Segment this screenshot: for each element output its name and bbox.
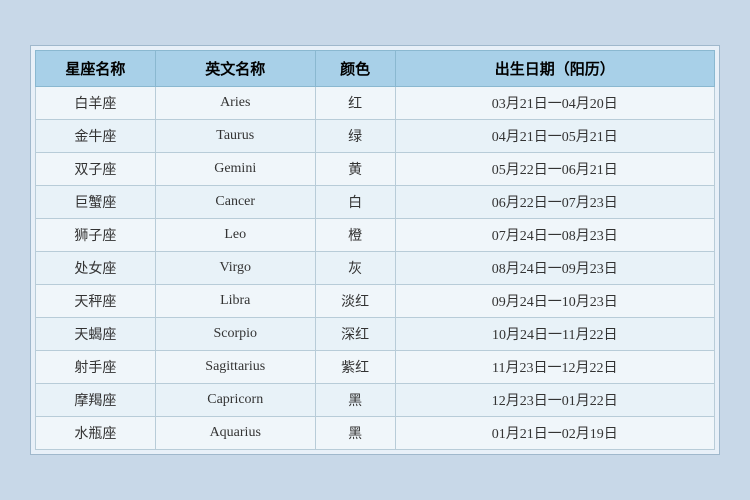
cell-color: 淡红 — [315, 285, 395, 318]
zodiac-table-wrapper: 星座名称 英文名称 颜色 出生日期（阳历） 白羊座Aries红03月21日一04… — [30, 45, 720, 455]
cell-en-name: Aquarius — [155, 417, 315, 450]
cell-zh-name: 天秤座 — [36, 285, 156, 318]
cell-color: 紫红 — [315, 351, 395, 384]
cell-date: 09月24日一10月23日 — [395, 285, 714, 318]
cell-color: 灰 — [315, 252, 395, 285]
cell-en-name: Libra — [155, 285, 315, 318]
header-color: 颜色 — [315, 51, 395, 87]
cell-zh-name: 金牛座 — [36, 120, 156, 153]
cell-date: 11月23日一12月22日 — [395, 351, 714, 384]
cell-color: 黄 — [315, 153, 395, 186]
cell-color: 绿 — [315, 120, 395, 153]
cell-en-name: Gemini — [155, 153, 315, 186]
cell-zh-name: 射手座 — [36, 351, 156, 384]
table-row: 狮子座Leo橙07月24日一08月23日 — [36, 219, 715, 252]
cell-date: 08月24日一09月23日 — [395, 252, 714, 285]
cell-en-name: Aries — [155, 87, 315, 120]
cell-en-name: Virgo — [155, 252, 315, 285]
cell-color: 黑 — [315, 384, 395, 417]
cell-date: 10月24日一11月22日 — [395, 318, 714, 351]
cell-date: 03月21日一04月20日 — [395, 87, 714, 120]
cell-zh-name: 狮子座 — [36, 219, 156, 252]
table-row: 双子座Gemini黄05月22日一06月21日 — [36, 153, 715, 186]
table-row: 处女座Virgo灰08月24日一09月23日 — [36, 252, 715, 285]
cell-zh-name: 摩羯座 — [36, 384, 156, 417]
table-header-row: 星座名称 英文名称 颜色 出生日期（阳历） — [36, 51, 715, 87]
cell-date: 06月22日一07月23日 — [395, 186, 714, 219]
cell-en-name: Cancer — [155, 186, 315, 219]
cell-color: 深红 — [315, 318, 395, 351]
cell-zh-name: 白羊座 — [36, 87, 156, 120]
table-row: 天秤座Libra淡红09月24日一10月23日 — [36, 285, 715, 318]
cell-en-name: Leo — [155, 219, 315, 252]
zodiac-table: 星座名称 英文名称 颜色 出生日期（阳历） 白羊座Aries红03月21日一04… — [35, 50, 715, 450]
cell-date: 05月22日一06月21日 — [395, 153, 714, 186]
table-row: 摩羯座Capricorn黑12月23日一01月22日 — [36, 384, 715, 417]
cell-en-name: Taurus — [155, 120, 315, 153]
cell-zh-name: 处女座 — [36, 252, 156, 285]
cell-en-name: Capricorn — [155, 384, 315, 417]
cell-zh-name: 天蝎座 — [36, 318, 156, 351]
cell-en-name: Scorpio — [155, 318, 315, 351]
cell-date: 12月23日一01月22日 — [395, 384, 714, 417]
cell-color: 白 — [315, 186, 395, 219]
table-row: 水瓶座Aquarius黑01月21日一02月19日 — [36, 417, 715, 450]
header-date: 出生日期（阳历） — [395, 51, 714, 87]
table-row: 天蝎座Scorpio深红10月24日一11月22日 — [36, 318, 715, 351]
table-row: 巨蟹座Cancer白06月22日一07月23日 — [36, 186, 715, 219]
cell-zh-name: 巨蟹座 — [36, 186, 156, 219]
cell-color: 黑 — [315, 417, 395, 450]
cell-date: 04月21日一05月21日 — [395, 120, 714, 153]
cell-date: 07月24日一08月23日 — [395, 219, 714, 252]
header-zh-name: 星座名称 — [36, 51, 156, 87]
cell-color: 红 — [315, 87, 395, 120]
header-en-name: 英文名称 — [155, 51, 315, 87]
cell-zh-name: 双子座 — [36, 153, 156, 186]
cell-en-name: Sagittarius — [155, 351, 315, 384]
table-row: 金牛座Taurus绿04月21日一05月21日 — [36, 120, 715, 153]
table-row: 白羊座Aries红03月21日一04月20日 — [36, 87, 715, 120]
table-row: 射手座Sagittarius紫红11月23日一12月22日 — [36, 351, 715, 384]
cell-date: 01月21日一02月19日 — [395, 417, 714, 450]
cell-zh-name: 水瓶座 — [36, 417, 156, 450]
cell-color: 橙 — [315, 219, 395, 252]
